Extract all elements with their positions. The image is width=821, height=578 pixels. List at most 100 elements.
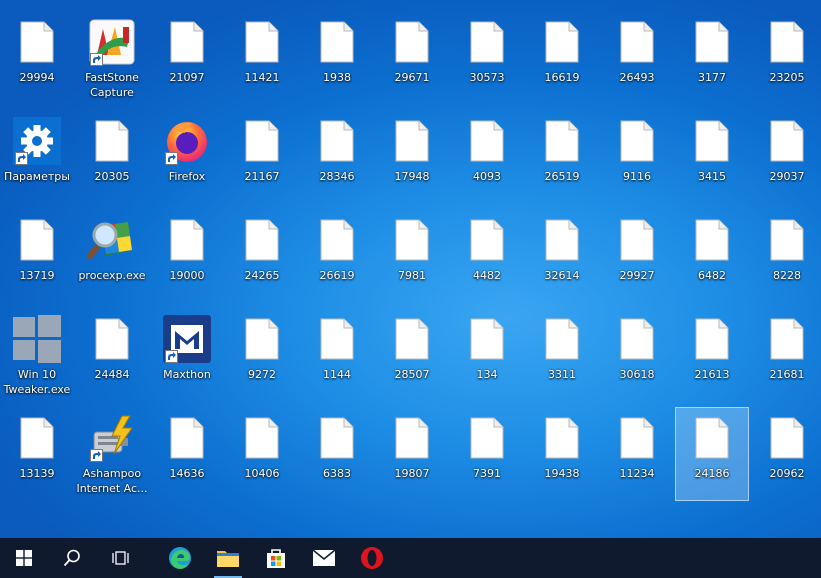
desktop-icon-29927[interactable]: 29927	[601, 210, 673, 302]
desktop-icon-ashampoo-internet-ac[interactable]: Ashampoo Internet Ac...	[76, 408, 148, 500]
file-icon	[238, 216, 286, 264]
opera-icon	[360, 546, 384, 570]
desktop-icon-faststone-capture[interactable]: FastStone Capture	[76, 12, 148, 104]
desktop-icon-21097[interactable]: 21097	[151, 12, 223, 104]
desktop-icon-параметры[interactable]: Параметры	[1, 111, 73, 203]
shortcut-arrow-icon	[165, 152, 178, 165]
desktop-icon-label: Параметры	[4, 170, 70, 183]
desktop-icon-3415[interactable]: 3415	[676, 111, 748, 203]
desktop-icon-14636[interactable]: 14636	[151, 408, 223, 500]
desktop-icon-label: 20962	[769, 467, 805, 480]
desktop-icon-26519[interactable]: 26519	[526, 111, 598, 203]
file-icon	[688, 315, 736, 363]
desktop-icon-3311[interactable]: 3311	[526, 309, 598, 401]
file-icon	[463, 315, 511, 363]
shortcut-arrow-icon	[15, 152, 28, 165]
file-icon	[538, 414, 586, 462]
desktop-icon-label: Win 10 Tweaker.exe	[3, 368, 71, 396]
file-icon	[763, 315, 811, 363]
desktop-icon-label: 26519	[544, 170, 580, 183]
desktop-icon-24186[interactable]: 24186	[675, 407, 749, 501]
desktop-icon-1938[interactable]: 1938	[301, 12, 373, 104]
start-button[interactable]	[0, 538, 48, 578]
desktop-icon-procexp-exe[interactable]: procexp.exe	[76, 210, 148, 302]
desktop-icon-11421[interactable]: 11421	[226, 12, 298, 104]
desktop-icon-label: 10406	[244, 467, 280, 480]
desktop-icon-13719[interactable]: 13719	[1, 210, 73, 302]
desktop-icon-30573[interactable]: 30573	[451, 12, 523, 104]
desktop-icon-3177[interactable]: 3177	[676, 12, 748, 104]
desktop-icon-24265[interactable]: 24265	[226, 210, 298, 302]
desktop-icon-label: 28507	[394, 368, 430, 381]
desktop-icon-7391[interactable]: 7391	[451, 408, 523, 500]
desktop-icon-21681[interactable]: 21681	[751, 309, 821, 401]
desktop-icon-32614[interactable]: 32614	[526, 210, 598, 302]
task-view-icon	[111, 549, 129, 567]
file-icon	[13, 216, 61, 264]
desktop-icon-11234[interactable]: 11234	[601, 408, 673, 500]
desktop-icon-9116[interactable]: 9116	[601, 111, 673, 203]
file-icon	[313, 315, 361, 363]
file-icon	[688, 414, 736, 462]
desktop-icon-6383[interactable]: 6383	[301, 408, 373, 500]
desktop-icon-17948[interactable]: 17948	[376, 111, 448, 203]
desktop-icon-4482[interactable]: 4482	[451, 210, 523, 302]
task-view-button[interactable]	[96, 538, 144, 578]
file-explorer-button[interactable]	[204, 538, 252, 578]
desktop-icon-19438[interactable]: 19438	[526, 408, 598, 500]
desktop-icon-label: 19807	[394, 467, 430, 480]
desktop-icon-13139[interactable]: 13139	[1, 408, 73, 500]
desktop-icon-29037[interactable]: 29037	[751, 111, 821, 203]
mail-icon	[312, 549, 336, 567]
file-icon	[88, 117, 136, 165]
desktop-icon-8228[interactable]: 8228	[751, 210, 821, 302]
desktop-icon-label: 20305	[94, 170, 130, 183]
desktop-icon-28346[interactable]: 28346	[301, 111, 373, 203]
desktop-icon-label: 3177	[698, 71, 726, 84]
desktop-icon-win-10-tweaker-exe[interactable]: Win 10 Tweaker.exe	[1, 309, 73, 401]
desktop-icon-19807[interactable]: 19807	[376, 408, 448, 500]
desktop-icon-firefox[interactable]: Firefox	[151, 111, 223, 203]
desktop-icon-26493[interactable]: 26493	[601, 12, 673, 104]
desktop-icon-16619[interactable]: 16619	[526, 12, 598, 104]
desktop-icon-7981[interactable]: 7981	[376, 210, 448, 302]
search-icon	[63, 549, 81, 567]
file-icon	[463, 117, 511, 165]
desktop-icon-label: Firefox	[168, 170, 206, 183]
desktop-icon-6482[interactable]: 6482	[676, 210, 748, 302]
store-button[interactable]	[252, 538, 300, 578]
desktop-icon-26619[interactable]: 26619	[301, 210, 373, 302]
desktop-icon-29671[interactable]: 29671	[376, 12, 448, 104]
desktop-icon-label: 26493	[619, 71, 655, 84]
ashampoo-icon	[88, 414, 136, 462]
desktop-icon-label: 23205	[769, 71, 805, 84]
desktop-icon-10406[interactable]: 10406	[226, 408, 298, 500]
desktop-icon-20962[interactable]: 20962	[751, 408, 821, 500]
desktop-icon-134[interactable]: 134	[451, 309, 523, 401]
desktop-icon-20305[interactable]: 20305	[76, 111, 148, 203]
desktop-icon-21167[interactable]: 21167	[226, 111, 298, 203]
desktop-icon-28507[interactable]: 28507	[376, 309, 448, 401]
desktop-icon-label: 1144	[323, 368, 351, 381]
folder-icon	[216, 548, 240, 568]
desktop-icon-29994[interactable]: 29994	[1, 12, 73, 104]
edge-button[interactable]	[156, 538, 204, 578]
desktop-icon-label: 29927	[619, 269, 655, 282]
desktop-icon-label: 28346	[319, 170, 355, 183]
desktop-icon-9272[interactable]: 9272	[226, 309, 298, 401]
desktop-icon-23205[interactable]: 23205	[751, 12, 821, 104]
opera-button[interactable]	[348, 538, 396, 578]
desktop-icon-24484[interactable]: 24484	[76, 309, 148, 401]
desktop-icon-19000[interactable]: 19000	[151, 210, 223, 302]
maxthon-icon	[163, 315, 211, 363]
desktop-icon-label: Ashampoo Internet Ac...	[76, 467, 148, 495]
file-icon	[538, 315, 586, 363]
mail-button[interactable]	[300, 538, 348, 578]
desktop-icon-4093[interactable]: 4093	[451, 111, 523, 203]
desktop-icon-maxthon[interactable]: Maxthon	[151, 309, 223, 401]
desktop-icon-21613[interactable]: 21613	[676, 309, 748, 401]
desktop-icon-1144[interactable]: 1144	[301, 309, 373, 401]
desktop-icon-30618[interactable]: 30618	[601, 309, 673, 401]
file-icon	[688, 18, 736, 66]
search-button[interactable]	[48, 538, 96, 578]
